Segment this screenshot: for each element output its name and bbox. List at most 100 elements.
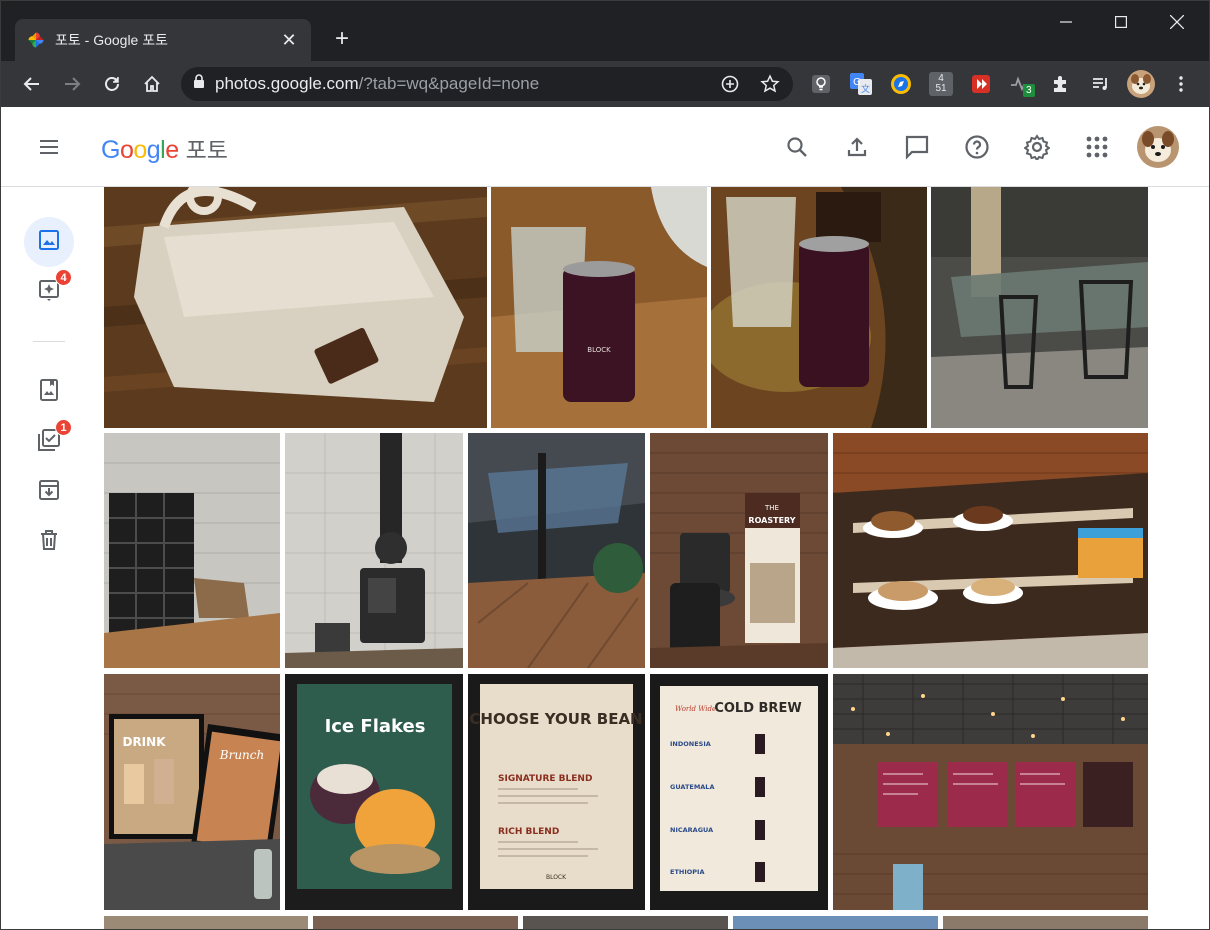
reload-button[interactable] bbox=[97, 69, 127, 99]
logo-letter: o bbox=[119, 136, 134, 164]
browser-toolbar: photos.google.com/?tab=wq&pageId=none G文… bbox=[1, 61, 1209, 107]
bookmark-star-icon[interactable] bbox=[759, 73, 781, 95]
roastery-the-text: THE bbox=[764, 504, 779, 512]
settings-icon[interactable] bbox=[1017, 127, 1057, 167]
google-photos-favicon-icon bbox=[27, 31, 45, 49]
product-name: 포토 bbox=[185, 137, 228, 163]
world-wide-text: World Wide bbox=[675, 705, 716, 713]
nav-archive[interactable] bbox=[24, 467, 74, 517]
nav-utilities[interactable]: 1 bbox=[24, 417, 74, 467]
browser-window: 포토 - Google 포토 ✕ + photos.google.com/?ta… bbox=[0, 0, 1210, 930]
photo-atrium-interior[interactable] bbox=[468, 433, 645, 668]
photo-crochet-bag[interactable] bbox=[104, 187, 487, 428]
feedback-icon[interactable] bbox=[897, 127, 937, 167]
for-you-badge: 4 bbox=[55, 269, 72, 286]
archive-icon bbox=[37, 478, 61, 507]
utilities-badge: 1 bbox=[55, 419, 72, 436]
photo-row4-5[interactable] bbox=[943, 916, 1148, 929]
maximize-button[interactable] bbox=[1098, 9, 1144, 35]
origin-guatemala: GUATEMALA bbox=[670, 783, 714, 791]
origin-nicaragua: NICARAGUA bbox=[670, 826, 713, 834]
extensions-puzzle-icon[interactable] bbox=[1049, 72, 1073, 96]
choose-title-text: CHOOSE YOUR BEAN bbox=[469, 710, 642, 728]
nav-trash[interactable] bbox=[24, 517, 74, 567]
album-icon bbox=[37, 378, 61, 407]
tab-title: 포토 - Google 포토 bbox=[55, 32, 168, 48]
main-menu-icon[interactable] bbox=[29, 127, 69, 167]
forward-button[interactable] bbox=[57, 69, 87, 99]
photo-choose-your-bean-menu[interactable]: CHOOSE YOUR BEAN SIGNATURE BLEND RICH BL… bbox=[468, 674, 645, 910]
upload-icon[interactable] bbox=[837, 127, 877, 167]
close-window-button[interactable] bbox=[1154, 9, 1200, 35]
photo-row4-1[interactable] bbox=[104, 916, 308, 929]
home-button[interactable] bbox=[137, 69, 167, 99]
address-bar[interactable]: photos.google.com/?tab=wq&pageId=none bbox=[181, 67, 793, 101]
ice-flakes-text: Ice Flakes bbox=[325, 716, 426, 737]
photo-menu-boards[interactable] bbox=[833, 674, 1148, 910]
photo-row4-4[interactable] bbox=[733, 916, 938, 929]
profile-avatar[interactable] bbox=[1127, 70, 1155, 98]
photo-roastery-banner[interactable]: THE ROASTERY bbox=[650, 433, 828, 668]
photo-icon bbox=[37, 228, 61, 257]
signature-blend-text: SIGNATURE BLEND bbox=[498, 774, 592, 784]
trash-icon bbox=[37, 528, 61, 557]
cold-brew-title-text: COLD BREW bbox=[714, 701, 801, 716]
compass-extension-icon[interactable] bbox=[889, 72, 913, 96]
photo-shelf-room[interactable] bbox=[104, 433, 280, 668]
menu-brand-text: BLOCK bbox=[546, 874, 567, 881]
side-navigation: 4 1 bbox=[1, 187, 101, 929]
origin-ethiopia: ETHIOPIA bbox=[670, 868, 704, 876]
google-photos-logo[interactable]: Google 포토 bbox=[101, 131, 228, 165]
photo-grid: BLOCK THE ROASTERY DRINK Brunch Ice Flak… bbox=[104, 187, 1148, 929]
account-avatar[interactable] bbox=[1137, 126, 1179, 168]
photo-drink-brunch-posters[interactable]: DRINK Brunch bbox=[104, 674, 280, 910]
photo-ice-flakes-poster[interactable]: Ice Flakes bbox=[285, 674, 463, 910]
svg-text:G: G bbox=[853, 77, 861, 88]
photo-cold-brew-can-table[interactable] bbox=[711, 187, 927, 428]
logo-letter: e bbox=[165, 136, 179, 164]
logo-letter: o bbox=[133, 136, 147, 164]
lock-icon bbox=[193, 74, 205, 94]
add-icon[interactable] bbox=[719, 73, 741, 95]
browser-menu-icon[interactable] bbox=[1169, 72, 1193, 96]
photo-cold-brew-can[interactable]: BLOCK bbox=[491, 187, 707, 428]
rich-blend-text: RICH BLEND bbox=[498, 827, 559, 837]
photo-pastry-case[interactable] bbox=[833, 433, 1148, 668]
nav-albums[interactable] bbox=[24, 367, 74, 417]
search-icon[interactable] bbox=[777, 127, 817, 167]
browser-tab[interactable]: 포토 - Google 포토 ✕ bbox=[15, 19, 311, 61]
google-translate-icon[interactable]: G文 bbox=[849, 72, 873, 96]
can-brand-text: BLOCK bbox=[587, 346, 611, 354]
minimize-button[interactable] bbox=[1043, 9, 1089, 35]
back-button[interactable] bbox=[17, 69, 47, 99]
url-text: photos.google.com/?tab=wq&pageId=none bbox=[215, 74, 540, 93]
lightbulb-extension-icon[interactable] bbox=[809, 72, 833, 96]
logo-letter: g bbox=[146, 136, 161, 164]
calendar-extension-icon[interactable]: 4 51 bbox=[929, 72, 953, 96]
new-tab-button[interactable]: + bbox=[329, 27, 355, 53]
photo-cafe-patio-tables[interactable] bbox=[931, 187, 1148, 428]
nav-divider bbox=[33, 341, 65, 342]
roastery-text: ROASTERY bbox=[748, 516, 795, 525]
apps-icon[interactable] bbox=[1077, 127, 1117, 167]
logo-letter: G bbox=[101, 136, 120, 164]
media-extension-icon[interactable] bbox=[969, 72, 993, 96]
svg-text:文: 文 bbox=[861, 83, 870, 95]
tab-close-icon[interactable]: ✕ bbox=[279, 30, 299, 51]
media-queue-icon[interactable] bbox=[1089, 72, 1113, 96]
brunch-poster-text: Brunch bbox=[219, 748, 264, 762]
drink-poster-text: DRINK bbox=[122, 735, 166, 749]
photo-wood-stove[interactable] bbox=[285, 433, 463, 668]
browser-titlebar: 포토 - Google 포토 ✕ + bbox=[1, 1, 1209, 61]
photo-row4-2[interactable] bbox=[313, 916, 518, 929]
photo-cold-brew-menu[interactable]: World Wide COLD BREW INDONESIA GUATEMALA… bbox=[650, 674, 828, 910]
help-icon[interactable] bbox=[957, 127, 997, 167]
extension-badge: 3 bbox=[1023, 84, 1035, 97]
nav-photos[interactable] bbox=[24, 217, 74, 267]
pulse-extension-icon[interactable]: 3 bbox=[1009, 72, 1035, 97]
origin-indonesia: INDONESIA bbox=[670, 740, 711, 748]
google-wordmark: Google bbox=[101, 136, 179, 165]
nav-for-you[interactable]: 4 bbox=[24, 267, 74, 317]
app-header: Google 포토 bbox=[1, 107, 1209, 187]
photo-row4-3[interactable] bbox=[523, 916, 728, 929]
